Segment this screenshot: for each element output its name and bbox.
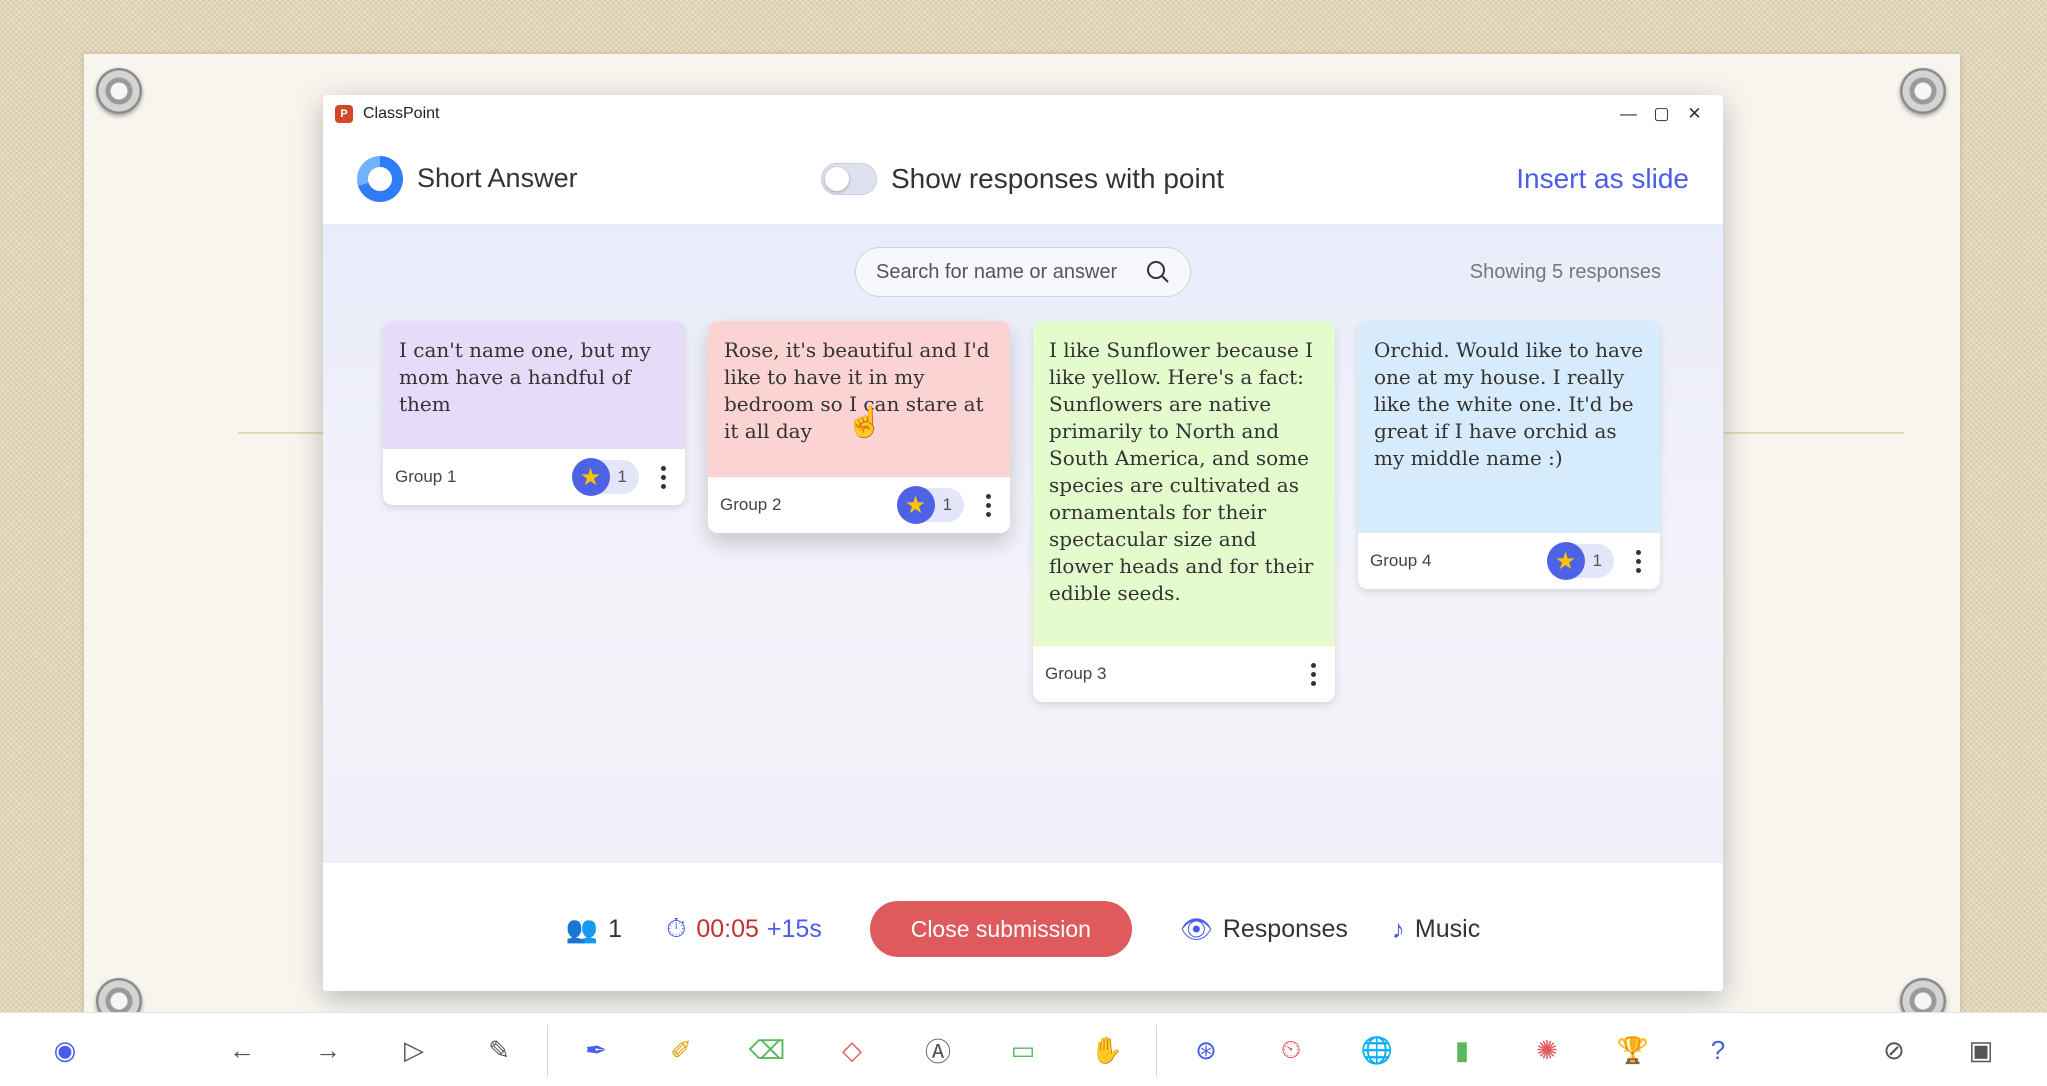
- response-card[interactable]: Orchid. Would like to have one at my hou…: [1358, 321, 1660, 589]
- star-icon: ★: [1546, 542, 1585, 580]
- classpoint-icon[interactable]: ◉: [48, 1033, 82, 1067]
- participants-count: 1: [608, 914, 623, 943]
- group-name: Group 1: [395, 467, 457, 486]
- responses-label: Responses: [1222, 914, 1348, 943]
- response-card[interactable]: I like Sunflower because I like yellow. …: [1033, 321, 1335, 702]
- card-footer: Group 2 ★ 1: [708, 477, 1010, 533]
- more-options-icon[interactable]: [1628, 549, 1648, 573]
- eye-icon: 👁: [1179, 913, 1213, 944]
- response-text: I can't name one, but my mom have a hand…: [383, 321, 685, 449]
- show-points-toggle[interactable]: [821, 162, 877, 195]
- timer-icon[interactable]: ⏲: [1274, 1033, 1308, 1067]
- drag-hand-icon[interactable]: ✋: [1090, 1033, 1124, 1067]
- card-footer: Group 3: [1033, 646, 1335, 702]
- group-name: Group 4: [1370, 551, 1432, 570]
- grommet-top-left: [96, 68, 142, 114]
- more-options-icon[interactable]: [653, 465, 673, 489]
- responses-toggle[interactable]: 👁 Responses: [1180, 914, 1348, 945]
- participants-icon: 👥: [565, 913, 599, 944]
- activity-title: Short Answer: [417, 163, 578, 193]
- shapes-icon[interactable]: ◇: [835, 1033, 869, 1067]
- back-arrow-icon[interactable]: ←: [225, 1033, 259, 1067]
- card-footer: Group 4 ★ 1: [1358, 533, 1660, 589]
- maximize-button[interactable]: ▢: [1645, 99, 1678, 129]
- forward-arrow-icon[interactable]: →: [311, 1033, 345, 1067]
- browser-icon[interactable]: 🌐: [1360, 1033, 1394, 1067]
- window-title: ClassPoint: [363, 105, 440, 122]
- music-label: Music: [1414, 914, 1481, 943]
- more-options-icon[interactable]: [978, 493, 998, 517]
- classpoint-window: P ClassPoint — ▢ ✕ Short Answer Show res…: [323, 95, 1723, 991]
- add-time-button[interactable]: +15s: [767, 915, 822, 944]
- participants-stat: 👥 1: [566, 914, 622, 945]
- close-window-button[interactable]: ✕: [1678, 99, 1711, 129]
- star-badge[interactable]: ★ 1: [1546, 542, 1614, 580]
- star-count: 1: [1592, 551, 1602, 570]
- response-text: Rose, it's beautiful and I'd like to hav…: [708, 321, 1010, 477]
- ai-icon[interactable]: ⊛: [1189, 1033, 1223, 1067]
- star-badge[interactable]: ★ 1: [571, 458, 639, 496]
- insert-as-slide-link[interactable]: Insert as slide: [1516, 163, 1689, 195]
- music-note-icon: ♪: [1391, 913, 1405, 944]
- close-submission-button[interactable]: Close submission: [869, 901, 1132, 957]
- pointer-icon[interactable]: ▷: [397, 1033, 431, 1067]
- end-slideshow-icon[interactable]: ▣: [1964, 1033, 1998, 1067]
- hide-icon[interactable]: ⊘: [1877, 1033, 1911, 1067]
- timer-stat[interactable]: ⏱ 00:05 +15s: [666, 913, 822, 945]
- text-box-icon[interactable]: Ⓐ: [921, 1033, 955, 1067]
- search-input[interactable]: [876, 260, 1146, 284]
- response-text: Orchid. Would like to have one at my hou…: [1358, 321, 1660, 533]
- classpoint-toolbar: ◉ ← → ▷ ✎ ✒ ✐ ⌫ ◇ Ⓐ ▭ ✋ ⊛ ⏲ 🌐 ▮ ✺ 🏆 ? ⊘ …: [0, 1012, 2047, 1086]
- laser-pen-icon[interactable]: ✎: [482, 1033, 516, 1067]
- title-bar: P ClassPoint — ▢ ✕: [323, 95, 1723, 133]
- responses-count: Showing 5 responses: [1469, 261, 1661, 283]
- response-text: I like Sunflower because I like yellow. …: [1033, 321, 1335, 646]
- search-icon[interactable]: [1146, 260, 1170, 284]
- whiteboard-icon[interactable]: ▭: [1006, 1033, 1040, 1067]
- star-icon: ★: [896, 486, 935, 524]
- star-count: 1: [942, 495, 952, 514]
- minimize-button[interactable]: —: [1612, 99, 1645, 129]
- star-icon: ★: [571, 458, 610, 496]
- toolbar-divider: [547, 1025, 548, 1077]
- toolbar-divider: [1156, 1025, 1157, 1077]
- show-points-toggle-group: Show responses with point: [821, 162, 1225, 195]
- music-toggle[interactable]: ♪ Music: [1392, 914, 1480, 945]
- wheel-icon[interactable]: ✺: [1530, 1033, 1564, 1067]
- trophy-icon[interactable]: 🏆: [1616, 1033, 1650, 1067]
- timer-icon: ⏱: [666, 913, 687, 943]
- group-name: Group 3: [1045, 664, 1107, 683]
- star-badge[interactable]: ★ 1: [896, 486, 964, 524]
- group-name: Group 2: [720, 495, 782, 514]
- star-count: 1: [617, 467, 627, 486]
- help-icon[interactable]: ?: [1701, 1033, 1735, 1067]
- timer-value: 00:05: [696, 914, 759, 943]
- paper-line-right: [1724, 432, 1904, 434]
- chart-icon[interactable]: ▮: [1445, 1033, 1479, 1067]
- response-card[interactable]: I can't name one, but my mom have a hand…: [383, 321, 685, 505]
- pen-icon[interactable]: ✒: [579, 1033, 613, 1067]
- search-box[interactable]: [855, 247, 1191, 297]
- more-options-icon[interactable]: [1303, 662, 1323, 686]
- activity-header: Short Answer Show responses with point I…: [323, 133, 1723, 225]
- submission-controls: 👥 1 ⏱ 00:05 +15s Close submission 👁 Resp…: [323, 867, 1723, 991]
- window-controls: — ▢ ✕: [1612, 99, 1711, 129]
- highlighter-icon[interactable]: ✐: [664, 1033, 698, 1067]
- grommet-top-right: [1900, 68, 1946, 114]
- hand-cursor-icon: ☝: [846, 406, 884, 439]
- powerpoint-icon: P: [335, 105, 353, 123]
- responses-area: Showing 5 responses I can't name one, bu…: [323, 225, 1723, 863]
- show-points-label: Show responses with point: [891, 162, 1225, 194]
- eraser-icon[interactable]: ⌫: [749, 1033, 786, 1067]
- card-footer: Group 1 ★ 1: [383, 449, 685, 505]
- classpoint-logo-icon: [357, 155, 403, 202]
